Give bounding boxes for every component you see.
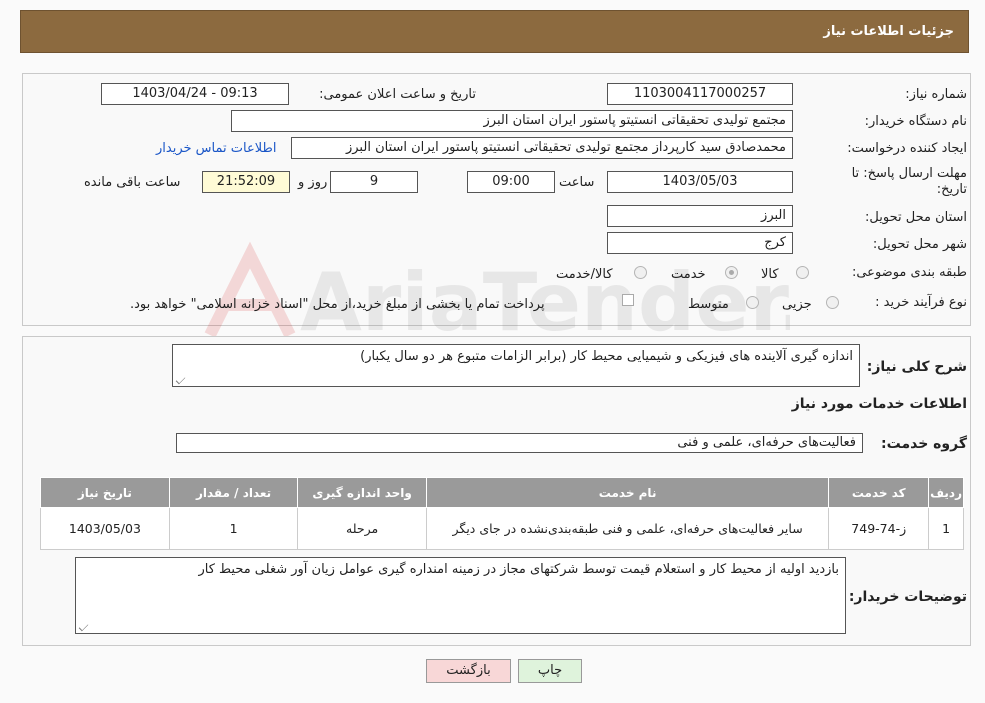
category-radio-goods-service[interactable] bbox=[634, 266, 647, 279]
process-radio-medium[interactable] bbox=[746, 296, 759, 309]
remaining-time-field: 21:52:09 bbox=[202, 171, 290, 193]
city-label: شهر محل تحویل: bbox=[872, 237, 967, 252]
process-option-minor: جزیی bbox=[782, 297, 812, 312]
description-textarea[interactable]: اندازه گیری آلاینده های فیزیکی و شیمیایی… bbox=[172, 344, 860, 387]
buyer-org-label: نام دستگاه خریدار: bbox=[864, 114, 967, 129]
cell-row: 1 bbox=[928, 507, 964, 550]
remaining-days-field: 9 bbox=[330, 171, 418, 193]
deadline-time-field: 09:00 bbox=[467, 171, 555, 193]
payment-note: پرداخت تمام یا بخشی از مبلغ خرید،از محل … bbox=[130, 297, 545, 312]
category-option-service: خدمت bbox=[671, 267, 706, 282]
col-code-header: کد خدمت bbox=[828, 477, 930, 508]
cell-date: 1403/05/03 bbox=[40, 507, 170, 550]
category-option-goods: کالا bbox=[761, 267, 779, 282]
category-label: طبقه بندی موضوعی: bbox=[851, 265, 967, 280]
requester-field: محمدصادق سید کارپرداز مجتمع تولیدی تحقیق… bbox=[291, 137, 793, 159]
province-label: استان محل تحویل: bbox=[865, 210, 967, 225]
table-header-row: ردیف کد خدمت نام خدمت واحد اندازه گیری ت… bbox=[40, 477, 964, 508]
cell-code: ز-74-749 bbox=[828, 507, 930, 550]
service-group-field: فعالیت‌های حرفه‌ای، علمی و فنی bbox=[176, 433, 863, 453]
buyer-notes-label: توضیحات خریدار: bbox=[848, 589, 967, 605]
buyer-contact-link[interactable]: اطلاعات تماس خریدار bbox=[156, 141, 276, 156]
col-name-header: نام خدمت bbox=[425, 477, 830, 508]
print-button[interactable]: چاپ bbox=[518, 659, 582, 683]
buyer-org-field: مجتمع تولیدی تحقیقاتی انستیتو پاستور ایر… bbox=[231, 110, 793, 132]
category-radio-service[interactable] bbox=[725, 266, 738, 279]
col-unit-header: واحد اندازه گیری bbox=[297, 477, 427, 508]
requester-label: ایجاد کننده درخواست: bbox=[847, 141, 967, 156]
category-option-goods-service: کالا/خدمت bbox=[556, 267, 613, 282]
announce-datetime-field: 1403/04/24 - 09:13 bbox=[101, 83, 289, 105]
table-row: 1 ز-74-749 سایر فعالیت‌های حرفه‌ای، علمی… bbox=[40, 507, 964, 550]
announce-label: تاریخ و ساعت اعلان عمومی: bbox=[319, 87, 476, 102]
cell-name: سایر فعالیت‌های حرفه‌ای، علمی و فنی طبقه… bbox=[425, 507, 830, 550]
process-option-medium: متوسط bbox=[688, 297, 729, 312]
remaining-time-label: ساعت باقی مانده bbox=[84, 175, 181, 190]
col-date-header: تاریخ نیاز bbox=[40, 477, 170, 508]
description-text: اندازه گیری آلاینده های فیزیکی و شیمیایی… bbox=[360, 349, 853, 364]
need-number-label: شماره نیاز: bbox=[905, 87, 967, 102]
buyer-notes-textarea[interactable]: بازدید اولیه از محیط کار و استعلام قیمت … bbox=[75, 557, 846, 634]
service-group-label: گروه خدمت: bbox=[881, 436, 967, 452]
days-label: روز و bbox=[298, 175, 328, 190]
page-header: جزئیات اطلاعات نیاز bbox=[20, 10, 969, 53]
process-radio-minor[interactable] bbox=[826, 296, 839, 309]
deadline-time-label: ساعت bbox=[559, 175, 595, 190]
process-label: نوع فرآیند خرید : bbox=[875, 295, 967, 310]
buyer-notes-text: بازدید اولیه از محیط کار و استعلام قیمت … bbox=[198, 562, 840, 577]
category-radio-goods[interactable] bbox=[796, 266, 809, 279]
city-field: کرج bbox=[607, 232, 793, 254]
cell-unit: مرحله bbox=[297, 507, 427, 550]
services-title: اطلاعات خدمات مورد نیاز bbox=[791, 396, 967, 412]
col-row-header: ردیف bbox=[928, 477, 964, 508]
payment-checkbox[interactable] bbox=[622, 294, 634, 306]
need-number-field: 1103004117000257 bbox=[607, 83, 793, 105]
deadline-label: مهلت ارسال پاسخ: تا bbox=[851, 166, 967, 181]
col-qty-header: تعداد / مقدار bbox=[168, 477, 299, 508]
services-table: ردیف کد خدمت نام خدمت واحد اندازه گیری ت… bbox=[40, 477, 964, 550]
description-label: شرح کلی نیاز: bbox=[866, 359, 967, 375]
page-title: جزئیات اطلاعات نیاز bbox=[823, 24, 954, 39]
back-button[interactable]: بازگشت bbox=[426, 659, 511, 683]
deadline-date-label: تاریخ: bbox=[936, 182, 967, 197]
cell-qty: 1 bbox=[168, 507, 299, 550]
province-field: البرز bbox=[607, 205, 793, 227]
deadline-date-field: 1403/05/03 bbox=[607, 171, 793, 193]
